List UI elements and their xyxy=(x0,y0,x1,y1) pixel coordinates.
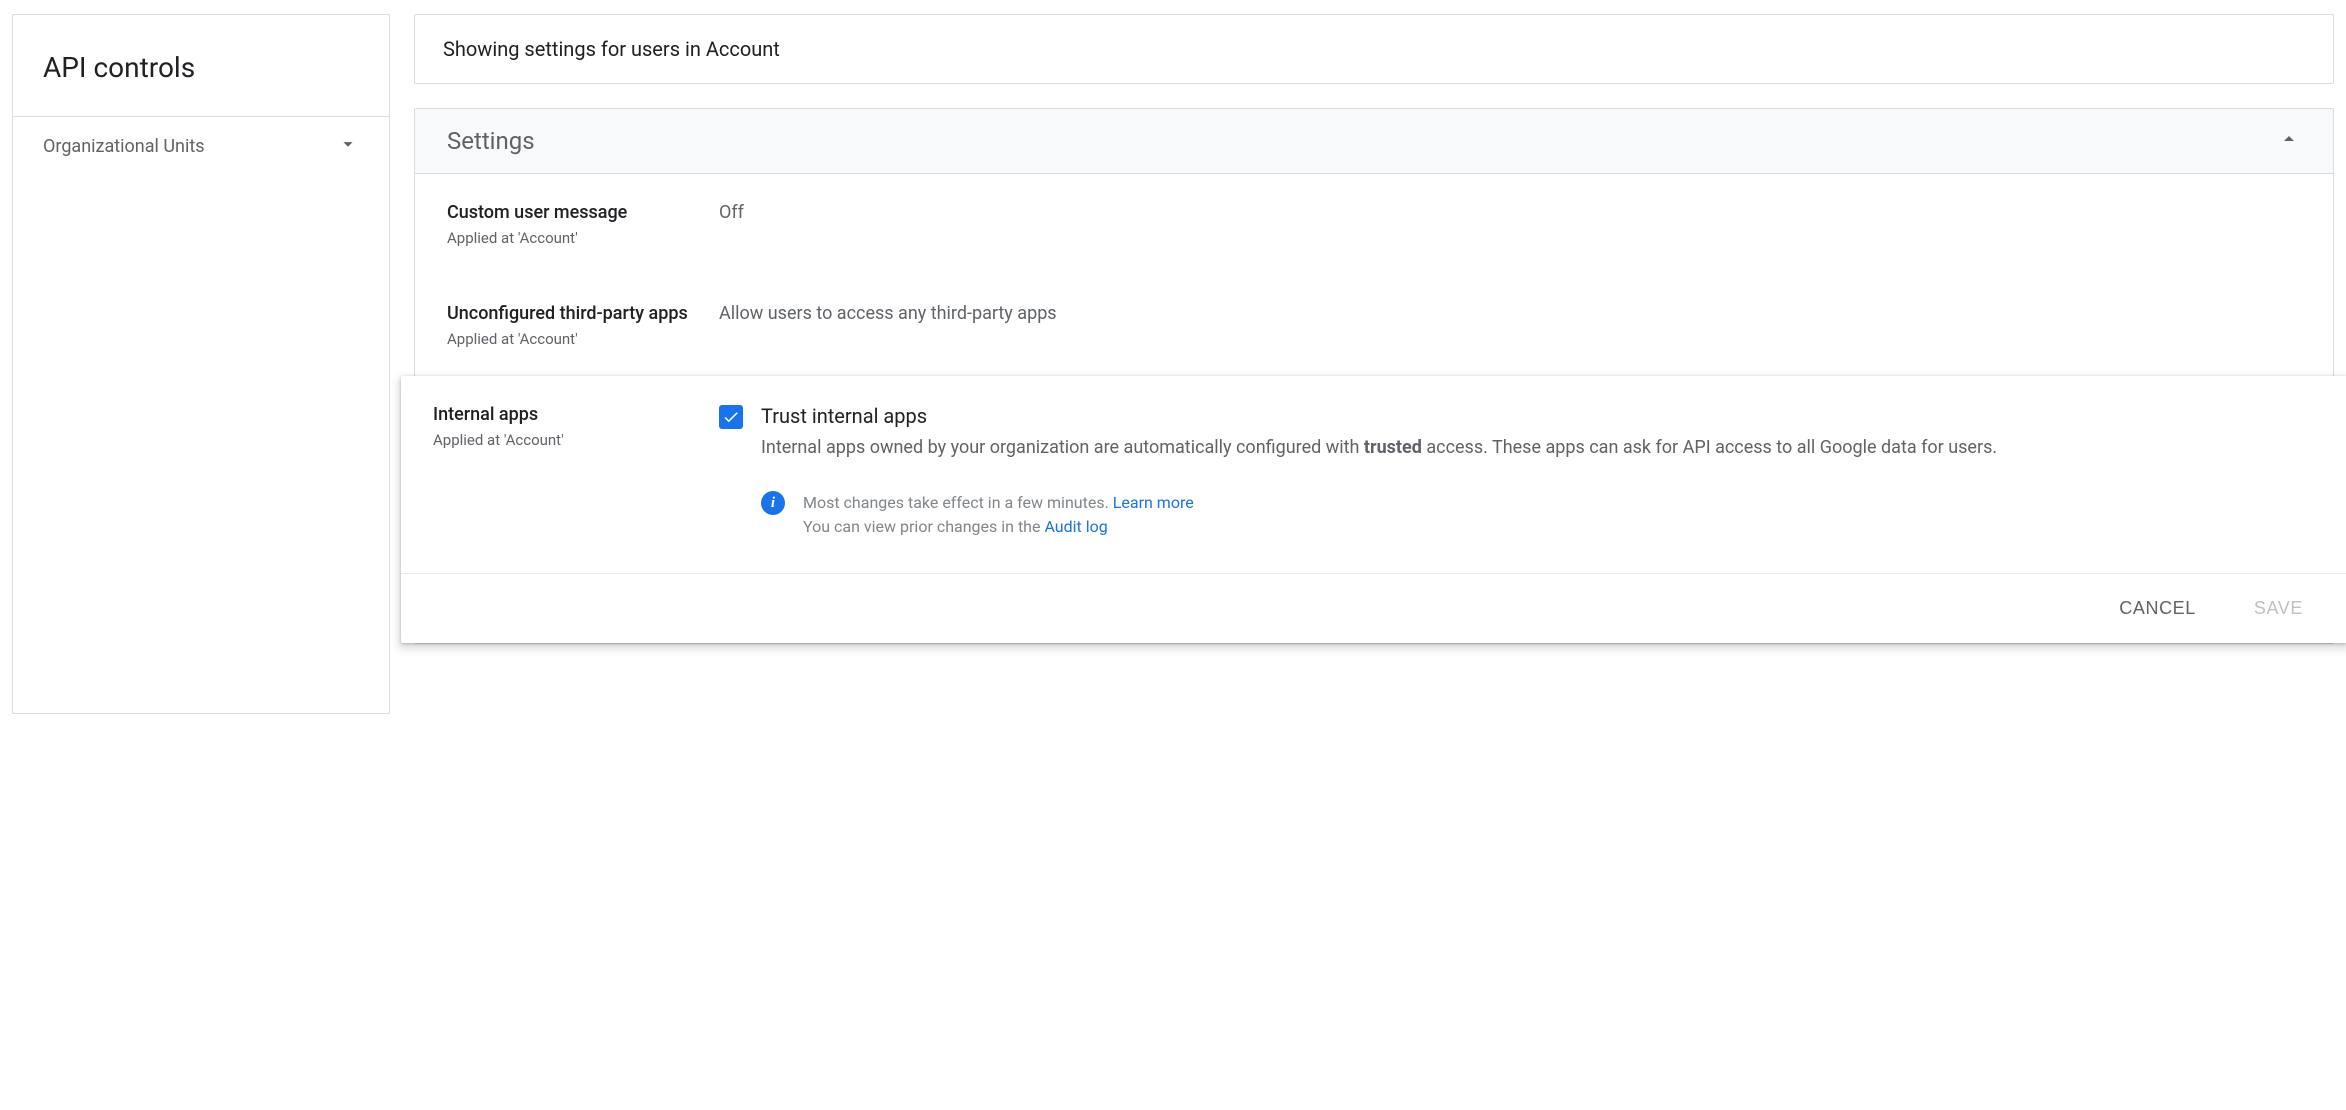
settings-card: Settings Custom user message Applied at … xyxy=(414,108,2334,644)
setting-value: Off xyxy=(719,202,744,247)
setting-applied: Applied at 'Account' xyxy=(447,229,695,247)
sidebar-title: API controls xyxy=(43,51,359,84)
setting-name: Custom user message xyxy=(447,202,695,223)
trust-internal-apps-checkbox[interactable] xyxy=(719,405,743,429)
info-line-1: Most changes take effect in a few minute… xyxy=(803,491,1194,515)
cancel-button[interactable]: CANCEL xyxy=(2111,592,2204,625)
setting-value: Allow users to access any third-party ap… xyxy=(719,303,1057,348)
learn-more-link[interactable]: Learn more xyxy=(1113,493,1194,512)
sidebar: API controls Organizational Units xyxy=(12,14,390,714)
setting-name: Internal apps xyxy=(433,404,695,425)
actions-bar: CANCEL SAVE xyxy=(401,573,2346,643)
main-content: Showing settings for users in Account Se… xyxy=(414,14,2334,644)
checkbox-description: Internal apps owned by your organization… xyxy=(761,434,2315,461)
save-button[interactable]: SAVE xyxy=(2246,592,2311,625)
info-line-2: You can view prior changes in the Audit … xyxy=(803,515,1194,539)
chevron-up-icon xyxy=(2277,127,2301,155)
sidebar-item-label: Organizational Units xyxy=(43,136,205,157)
setting-name: Unconfigured third-party apps xyxy=(447,303,695,324)
setting-row-custom-user-message[interactable]: Custom user message Applied at 'Account'… xyxy=(447,174,2301,275)
setting-applied: Applied at 'Account' xyxy=(447,330,695,348)
settings-card-title: Settings xyxy=(447,127,535,155)
sidebar-header: API controls xyxy=(13,15,389,117)
setting-row-unconfigured-third-party-apps[interactable]: Unconfigured third-party apps Applied at… xyxy=(447,275,2301,376)
setting-applied: Applied at 'Account' xyxy=(433,431,695,449)
info-block: i Most changes take effect in a few minu… xyxy=(761,491,2315,539)
info-icon: i xyxy=(761,491,785,515)
setting-row-internal-apps-expanded: Internal apps Applied at 'Account' Trust… xyxy=(401,376,2346,643)
chevron-down-icon xyxy=(337,133,359,159)
settings-card-header[interactable]: Settings xyxy=(415,109,2333,174)
audit-log-link[interactable]: Audit log xyxy=(1044,517,1107,536)
scope-banner: Showing settings for users in Account xyxy=(414,14,2334,84)
checkbox-title: Trust internal apps xyxy=(761,404,2315,428)
sidebar-item-organizational-units[interactable]: Organizational Units xyxy=(13,117,389,175)
